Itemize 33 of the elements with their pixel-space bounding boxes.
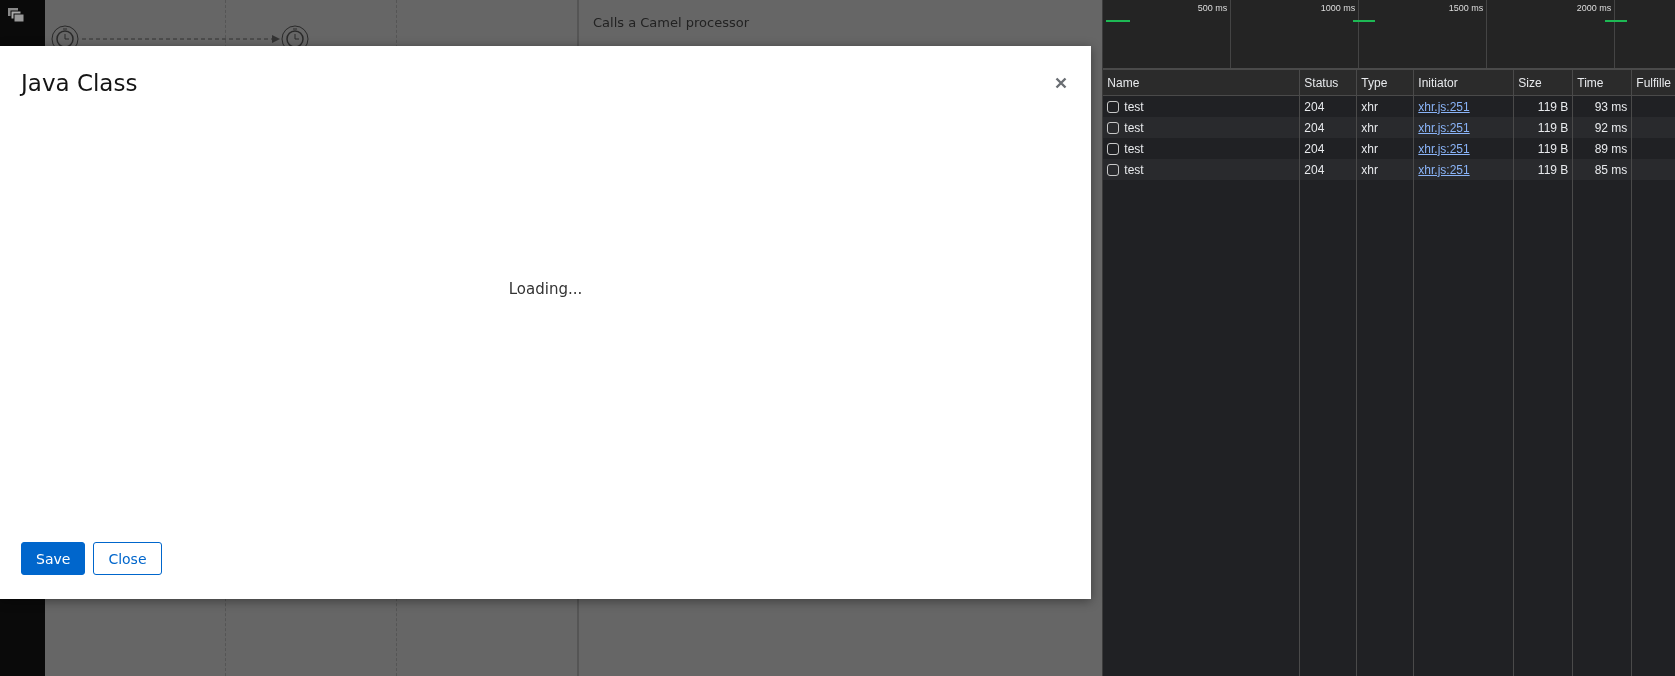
initiator-link[interactable]: xhr.js:251 [1418, 162, 1470, 177]
loading-text: Loading... [508, 280, 583, 298]
row-checkbox[interactable] [1107, 100, 1120, 113]
column-header[interactable]: Type [1357, 70, 1415, 95]
column-header[interactable]: Fulfille [1632, 70, 1675, 95]
timeline-tick: 2000 ms [1576, 3, 1612, 13]
initiator-link[interactable]: xhr.js:251 [1418, 141, 1470, 156]
table-cell: 204 [1300, 159, 1358, 180]
column-header[interactable]: Name [1103, 70, 1301, 95]
request-name[interactable]: test [1124, 99, 1144, 114]
request-name[interactable]: test [1124, 120, 1144, 135]
request-name[interactable]: test [1124, 162, 1144, 177]
column-header[interactable]: Status [1300, 70, 1358, 95]
table-cell: 85 ms [1573, 159, 1633, 180]
component-description: Calls a Camel processor [593, 15, 749, 30]
row-checkbox[interactable] [1107, 163, 1120, 176]
modal-title: Java Class [21, 70, 138, 96]
row-checkbox[interactable] [1107, 142, 1120, 155]
timeline-tick: 1500 ms [1448, 3, 1484, 13]
row-checkbox[interactable] [1107, 121, 1120, 134]
initiator-link[interactable]: xhr.js:251 [1418, 120, 1470, 135]
close-button[interactable]: Close [93, 542, 162, 575]
initiator-link[interactable]: xhr.js:251 [1418, 99, 1470, 114]
table-cell: 119 B [1514, 159, 1574, 180]
table-cell: xhr [1357, 159, 1415, 180]
column-header[interactable]: Size [1514, 70, 1574, 95]
timeline-tick: 1000 ms [1320, 3, 1356, 13]
request-name[interactable]: test [1124, 141, 1144, 156]
layers-icon[interactable] [8, 8, 24, 22]
save-button[interactable]: Save [21, 542, 86, 575]
column-header[interactable]: Time [1573, 70, 1633, 95]
timeline-tick: 500 ms [1197, 3, 1228, 13]
column-header[interactable]: Initiator [1414, 70, 1515, 95]
